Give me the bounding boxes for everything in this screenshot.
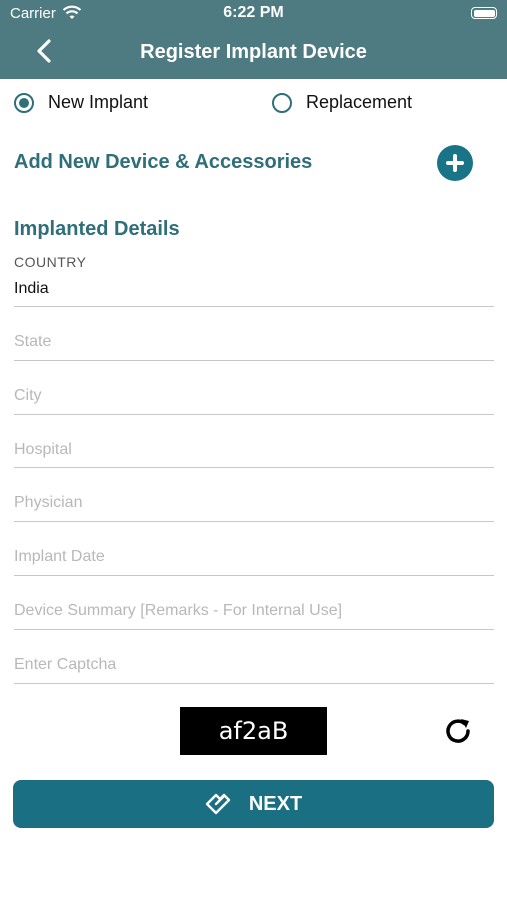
physician-placeholder: Physician bbox=[14, 494, 83, 511]
radio-new-implant[interactable]: New Implant bbox=[14, 92, 148, 113]
next-button[interactable]: NEXT bbox=[13, 780, 494, 828]
captcha-image: af2aB bbox=[180, 707, 327, 755]
battery-icon bbox=[471, 7, 497, 19]
city-placeholder: City bbox=[14, 387, 42, 404]
status-time: 6:22 PM bbox=[223, 4, 284, 21]
hospital-field[interactable]: Hospital bbox=[14, 414, 494, 468]
state-field[interactable]: State bbox=[14, 306, 494, 361]
add-device-heading: Add New Device & Accessories bbox=[14, 151, 313, 173]
next-label: NEXT bbox=[248, 792, 303, 815]
implanted-details-heading: Implanted Details bbox=[14, 218, 180, 240]
device-summary-field[interactable]: Device Summary [Remarks - For Internal U… bbox=[14, 575, 494, 630]
radio-selected-icon bbox=[14, 92, 34, 113]
next-arrow-icon bbox=[205, 793, 231, 815]
implant-date-field[interactable]: Implant Date bbox=[14, 521, 494, 576]
radio-replacement[interactable]: Replacement bbox=[272, 92, 412, 113]
captcha-input[interactable]: Enter Captcha bbox=[14, 629, 494, 684]
physician-field[interactable]: Physician bbox=[14, 467, 494, 522]
country-label: COUNTRY bbox=[14, 254, 87, 270]
captcha-text: af2aB bbox=[218, 717, 289, 745]
page-title: Register Implant Device bbox=[140, 41, 367, 63]
add-device-plus-icon[interactable] bbox=[437, 145, 473, 181]
hospital-placeholder: Hospital bbox=[14, 441, 72, 458]
device-summary-placeholder: Device Summary [Remarks - For Internal U… bbox=[14, 602, 343, 619]
state-placeholder: State bbox=[14, 333, 52, 350]
country-value: India bbox=[14, 280, 49, 297]
implant-type-radio-group: New Implant Replacement bbox=[14, 92, 493, 122]
implant-date-placeholder: Implant Date bbox=[14, 548, 105, 565]
radio-label-replacement: Replacement bbox=[306, 92, 413, 112]
country-field[interactable]: COUNTRY India bbox=[14, 250, 494, 307]
radio-unselected-icon bbox=[272, 92, 292, 113]
refresh-icon[interactable] bbox=[440, 713, 476, 749]
captcha-placeholder: Enter Captcha bbox=[14, 656, 117, 673]
city-field[interactable]: City bbox=[14, 360, 494, 415]
radio-label-new-implant: New Implant bbox=[48, 92, 149, 112]
status-bar: Carrier 6:22 PM bbox=[0, 0, 507, 28]
nav-header: Carrier 6:22 PM Register Implant Device bbox=[0, 0, 507, 79]
